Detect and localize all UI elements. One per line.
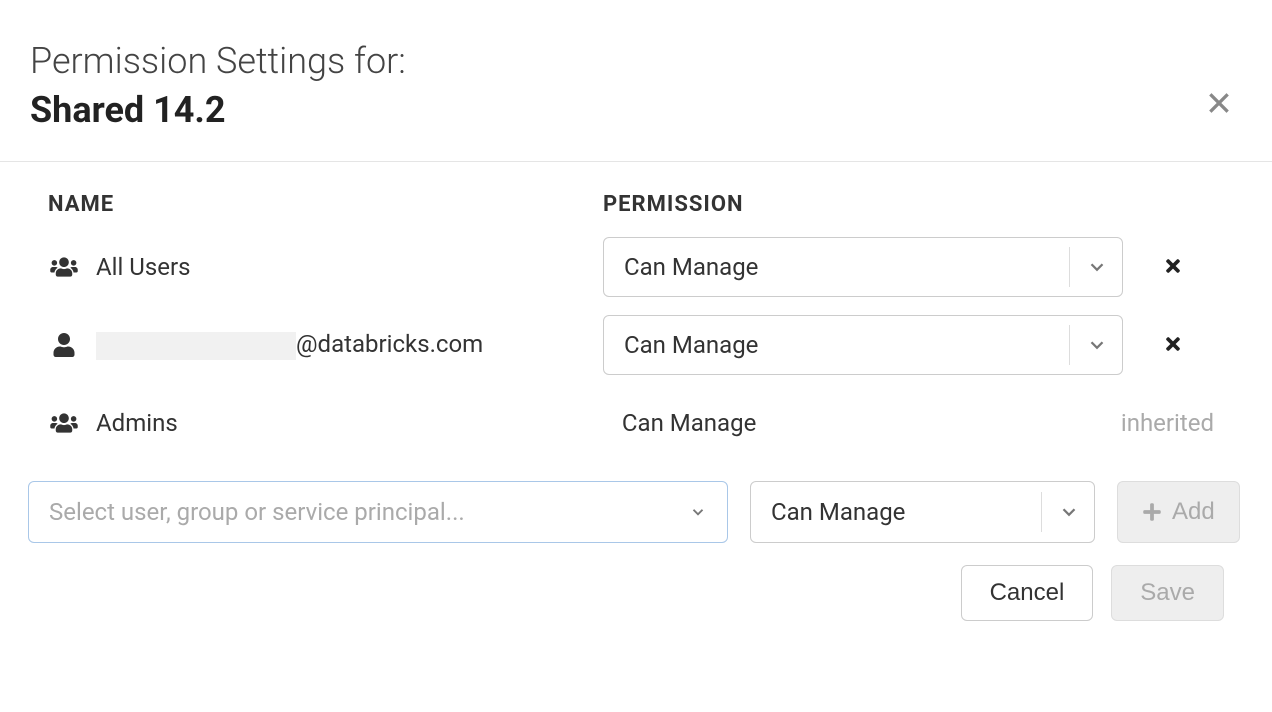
- permission-cell: Can Manage: [602, 393, 1121, 453]
- columns-header: NAME PERMISSION: [48, 192, 1224, 217]
- chevron-down-icon: [1041, 492, 1080, 532]
- permission-cell: Can Manage: [603, 237, 1123, 297]
- cancel-button[interactable]: Cancel: [961, 565, 1094, 621]
- resource-name: Shared 14.2: [30, 89, 1242, 131]
- remove-button[interactable]: [1163, 252, 1183, 283]
- redacted-text: [96, 332, 296, 360]
- permission-value: Can Manage: [624, 253, 758, 281]
- remove-cell: [1123, 252, 1224, 283]
- principal-name: @databricks.com: [96, 330, 483, 360]
- modal-body: NAME PERMISSION All Users Can Manage: [0, 162, 1272, 651]
- principal-search-select[interactable]: Select user, group or service principal.…: [28, 481, 728, 543]
- remove-button[interactable]: [1163, 330, 1183, 361]
- plus-icon: [1142, 502, 1162, 522]
- permission-row: @databricks.com Can Manage: [48, 315, 1224, 375]
- group-icon: [48, 256, 80, 278]
- group-icon: [48, 412, 80, 434]
- permission-select[interactable]: Can Manage: [603, 315, 1123, 375]
- permission-value: Can Manage: [622, 409, 756, 437]
- name-cell: Admins: [48, 409, 602, 437]
- permission-row: Admins Can Manage inherited: [48, 393, 1224, 453]
- column-header-name: NAME: [48, 192, 603, 217]
- name-cell: All Users: [48, 253, 603, 281]
- remove-icon: [1163, 334, 1183, 354]
- column-header-permission: PERMISSION: [603, 192, 744, 217]
- principal-name: All Users: [96, 253, 190, 281]
- add-permission-select[interactable]: Can Manage: [750, 481, 1095, 543]
- add-button[interactable]: Add: [1117, 481, 1240, 543]
- inherited-label: inherited: [1121, 409, 1224, 437]
- permission-row: All Users Can Manage: [48, 237, 1224, 297]
- remove-cell: [1123, 330, 1224, 361]
- modal-header: Permission Settings for: Shared 14.2: [0, 0, 1272, 162]
- email-suffix: @databricks.com: [296, 330, 483, 358]
- add-button-label: Add: [1172, 498, 1215, 526]
- user-icon: [48, 333, 80, 357]
- inherited-cell: inherited: [1121, 409, 1224, 437]
- permission-settings-modal: Permission Settings for: Shared 14.2 NAM…: [0, 0, 1272, 651]
- permission-cell: Can Manage: [603, 315, 1123, 375]
- name-cell: @databricks.com: [48, 330, 603, 360]
- add-principal-row: Select user, group or service principal.…: [28, 481, 1224, 543]
- modal-footer: Cancel Save: [48, 565, 1224, 621]
- permission-value: Can Manage: [624, 331, 758, 359]
- close-icon: [1206, 90, 1232, 116]
- chevron-down-icon: [1069, 247, 1108, 287]
- save-button[interactable]: Save: [1111, 565, 1224, 621]
- search-placeholder: Select user, group or service principal.…: [49, 498, 465, 526]
- chevron-down-icon: [689, 503, 707, 521]
- close-button[interactable]: [1206, 90, 1232, 122]
- principal-name: Admins: [96, 409, 178, 437]
- permission-value: Can Manage: [771, 498, 905, 526]
- title-prefix: Permission Settings for:: [30, 40, 1242, 83]
- remove-icon: [1163, 256, 1183, 276]
- permission-select[interactable]: Can Manage: [603, 237, 1123, 297]
- chevron-down-icon: [1069, 325, 1108, 365]
